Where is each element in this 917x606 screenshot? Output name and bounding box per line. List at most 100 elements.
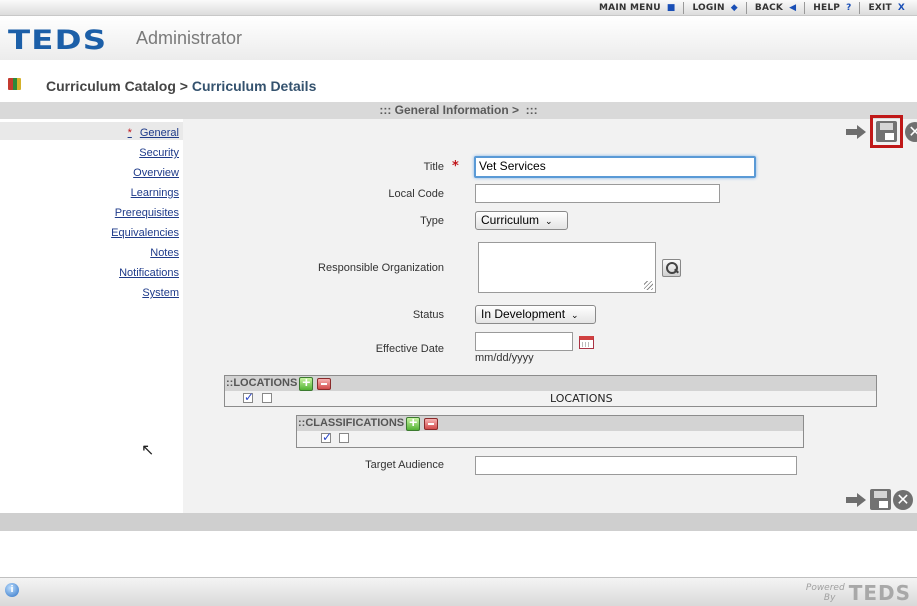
close-icon[interactable]: ✕ — [893, 489, 913, 510]
effective-date-label: Effective Date — [375, 343, 444, 355]
chevron-down-icon: ⌄ — [571, 310, 579, 320]
top-actions: ✕ — [846, 115, 917, 148]
next-arrow-icon[interactable] — [846, 492, 868, 507]
add-classification-button[interactable] — [406, 415, 421, 431]
square-icon: ■ — [666, 3, 676, 13]
breadcrumb-row: Curriculum Catalog > Curriculum Details — [0, 72, 917, 100]
powered-line1: Powered — [805, 583, 845, 593]
locations-column-header: LOCATIONS — [550, 392, 613, 405]
local-code-input[interactable] — [475, 184, 720, 203]
bottom-actions: ✕ — [846, 489, 913, 510]
save-icon[interactable] — [876, 121, 897, 142]
target-audience-input[interactable] — [475, 456, 797, 475]
calendar-icon[interactable] — [579, 336, 594, 349]
status-bar: i Powered By TEDS — [0, 577, 917, 606]
top-nav: MAIN MENU ■ LOGIN ◆ BACK ◀ HELP? EXIT X — [591, 2, 913, 14]
sidebar-item-learnings[interactable]: Learnings — [111, 183, 179, 203]
powered-by: Powered By TEDS — [806, 581, 911, 605]
status-select[interactable]: In Development ⌄ — [475, 305, 596, 324]
info-icon[interactable]: i — [5, 583, 19, 597]
title-required-marker: * — [452, 159, 459, 174]
search-icon[interactable] — [662, 259, 681, 277]
sidebar-item-notes[interactable]: Notes — [111, 243, 179, 263]
classifications-panel-title: ::CLASSIFICATIONS — [298, 417, 405, 429]
teds-logo: TEDS — [8, 25, 107, 56]
chevron-down-icon: ⌄ — [545, 216, 553, 226]
main-menu-link[interactable]: MAIN MENU ■ — [591, 2, 683, 14]
status-selected-value: In Development — [481, 307, 566, 321]
exit-label: EXIT — [868, 3, 892, 13]
local-code-label: Local Code — [388, 188, 444, 200]
logo-text: TEDS — [8, 25, 108, 56]
add-location-button[interactable] — [299, 375, 314, 391]
exit-link[interactable]: EXIT X — [859, 2, 913, 14]
locations-panel-header: ::LOCATIONS — [225, 375, 876, 391]
type-selected-value: Curriculum — [481, 213, 540, 227]
save-icon[interactable] — [870, 489, 891, 510]
powered-line2: By — [823, 593, 836, 603]
top-bar: MAIN MENU ■ LOGIN ◆ BACK ◀ HELP? EXIT X — [0, 0, 917, 16]
locations-panel-title: ::LOCATIONS — [226, 377, 298, 389]
sidebar-item-system[interactable]: System — [111, 283, 179, 303]
sidebar: * General Security Overview Learnings Pre… — [0, 119, 183, 513]
back-link[interactable]: BACK ◀ — [745, 2, 804, 14]
remove-classification-button[interactable] — [424, 417, 439, 430]
books-icon — [8, 78, 21, 90]
next-arrow-icon[interactable] — [846, 124, 868, 139]
login-link[interactable]: LOGIN ◆ — [683, 2, 745, 14]
app-header: TEDS Administrator — [0, 16, 917, 60]
title-label: Title — [423, 161, 444, 173]
responsible-org-label: Responsible Organization — [318, 262, 444, 274]
app-name: Administrator — [136, 28, 243, 48]
type-label: Type — [420, 215, 444, 227]
select-none-checkbox[interactable] — [262, 393, 272, 403]
main-content: ✕ Title * Vet Services Local Code Type C… — [183, 115, 917, 513]
responsible-org-textarea[interactable] — [478, 242, 656, 293]
select-none-checkbox[interactable] — [339, 433, 349, 443]
close-icon[interactable]: ✕ — [905, 121, 917, 142]
breadcrumb-current: Curriculum Details — [191, 78, 317, 94]
classifications-panel: ::CLASSIFICATIONS — [296, 415, 804, 448]
help-link[interactable]: HELP? — [804, 2, 859, 14]
sidebar-nav: * General Security Overview Learnings Pre… — [111, 123, 179, 303]
section-title: ::: General Information > ::: — [0, 102, 917, 119]
footer-logo: TEDS — [848, 581, 911, 605]
title-input[interactable]: Vet Services — [474, 156, 756, 178]
remove-location-button[interactable] — [317, 377, 332, 390]
login-label: LOGIN — [692, 3, 725, 13]
question-icon: ? — [846, 3, 852, 13]
powered-by-text: Powered By — [806, 583, 845, 603]
save-button-highlight — [870, 115, 903, 148]
triangle-left-icon: ◀ — [789, 3, 797, 13]
content-footer-bar — [0, 513, 917, 531]
help-label: HELP — [813, 3, 841, 13]
sidebar-item-overview[interactable]: Overview — [111, 163, 179, 183]
x-icon: X — [897, 3, 905, 13]
breadcrumb-separator: > — [175, 78, 192, 94]
type-select[interactable]: Curriculum ⌄ — [475, 211, 568, 230]
sidebar-item-equivalencies[interactable]: Equivalencies — [111, 223, 179, 243]
breadcrumb: Curriculum Catalog > Curriculum Details — [46, 78, 316, 94]
back-label: BACK — [754, 3, 784, 13]
sidebar-item-security[interactable]: Security — [111, 143, 179, 163]
target-audience-label: Target Audience — [365, 459, 444, 471]
sidebar-item-label: General — [139, 127, 179, 139]
locations-column-row: LOCATIONS — [225, 390, 876, 406]
required-marker: * — [127, 127, 132, 139]
effective-date-input[interactable] — [475, 332, 573, 351]
classifications-panel-header: ::CLASSIFICATIONS — [297, 415, 803, 431]
sidebar-item-notifications[interactable]: Notifications — [111, 263, 179, 283]
locations-panel: ::LOCATIONS LOCATIONS — [224, 375, 877, 407]
main-menu-label: MAIN MENU — [599, 3, 661, 13]
status-label: Status — [412, 309, 444, 321]
classifications-column-row — [297, 430, 803, 446]
date-format-hint: mm/dd/yyyy — [475, 352, 534, 364]
select-all-checkbox[interactable] — [321, 430, 332, 444]
sidebar-item-prerequisites[interactable]: Prerequisites — [111, 203, 179, 223]
resize-grip-icon[interactable] — [644, 281, 653, 290]
mouse-cursor: ↖ — [141, 440, 155, 459]
select-all-checkbox[interactable] — [243, 390, 254, 404]
sidebar-item-general[interactable]: * General — [111, 123, 179, 143]
diamond-icon: ◆ — [730, 3, 738, 13]
breadcrumb-parent[interactable]: Curriculum Catalog — [46, 78, 176, 94]
